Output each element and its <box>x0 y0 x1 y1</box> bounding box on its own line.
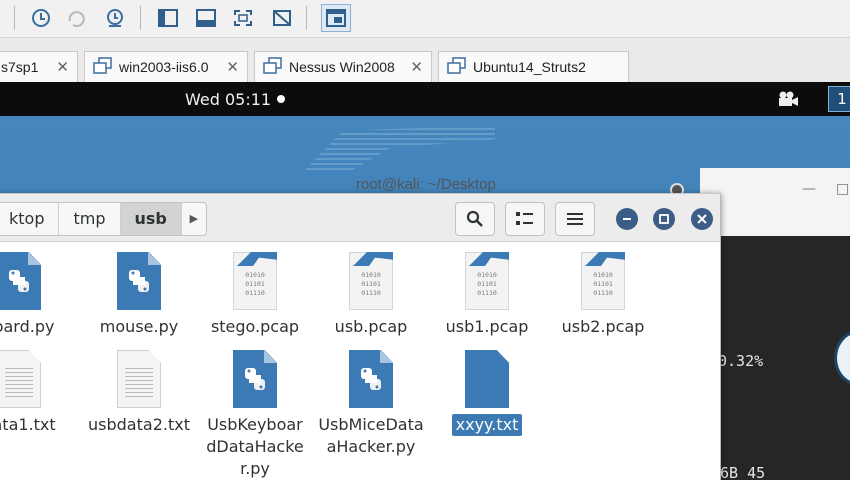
vm-icon <box>93 56 113 78</box>
file-name: usb.pcap <box>334 317 408 336</box>
breadcrumb: ktop tmp usb ▶ <box>0 202 207 236</box>
file-name: usb2.pcap <box>561 317 645 336</box>
file-name: stego.pcap <box>210 317 300 336</box>
file-item[interactable]: usbdata2.txt <box>80 350 198 436</box>
maximize-icon <box>659 214 669 224</box>
search-button[interactable] <box>455 202 495 236</box>
terminal-titlebar[interactable] <box>700 168 850 236</box>
file-name: xxyy.txt <box>451 414 523 436</box>
file-name: usb1.pcap <box>445 317 529 336</box>
breadcrumb-item-desktop[interactable]: ktop <box>0 203 60 235</box>
pcap-file-icon: 01010 01101 01110 <box>349 252 393 310</box>
hamburger-icon <box>567 213 583 225</box>
file-item[interactable]: mouse.py <box>80 252 198 338</box>
clock[interactable]: Wed 05:11 <box>185 90 286 109</box>
close-icon <box>697 214 707 224</box>
minimize-button[interactable] <box>616 208 638 230</box>
kali-top-panel: Wed 05:11 1 <box>0 82 850 116</box>
vm-tab[interactable]: s7sp1 ✕ <box>0 51 78 82</box>
file-item[interactable]: 01010 01101 01110 stego.pcap <box>196 252 314 338</box>
vm-icon <box>447 56 467 78</box>
view-toggle-button[interactable] <box>505 202 545 236</box>
python-file-icon <box>0 252 41 310</box>
pcap-file-icon: 01010 01101 01110 <box>233 252 277 310</box>
close-icon[interactable]: ✕ <box>56 58 69 76</box>
file-item[interactable]: 01010 01101 01110 usb1.pcap <box>428 252 546 338</box>
file-manager-window: ktop tmp usb ▶ board.py <box>0 193 721 480</box>
breadcrumb-item-usb[interactable]: usb <box>120 203 182 235</box>
list-view-icon <box>516 212 533 225</box>
vm-tab-bar: s7sp1 ✕ win2003-iis6.0 ✕ Nessus Win2008 … <box>0 38 850 82</box>
clock-label: Wed 05:11 <box>185 90 272 109</box>
file-name: usbdata2.txt <box>88 415 190 434</box>
search-icon <box>466 210 483 227</box>
terminal-output-line: 6B 45 <box>720 464 766 480</box>
revert-snapshot-icon[interactable] <box>62 4 92 32</box>
pcap-file-icon: 01010 01101 01110 <box>581 252 625 310</box>
minimize-icon <box>623 218 631 220</box>
kali-dragon-graphic <box>305 126 495 170</box>
file-name: data1.txt <box>0 415 56 434</box>
file-item[interactable]: board.py <box>0 252 78 338</box>
terminal-title: root@kali: ~/Desktop <box>356 176 496 193</box>
vm-tab-label: Nessus Win2008 <box>289 59 395 75</box>
vm-tab[interactable]: Nessus Win2008 ✕ <box>254 51 432 82</box>
python-file-icon <box>117 252 161 310</box>
close-icon[interactable]: ✕ <box>226 58 239 76</box>
unity-mode-icon[interactable] <box>267 4 297 32</box>
library-view-icon[interactable] <box>321 4 351 32</box>
console-view-icon[interactable] <box>191 4 221 32</box>
file-name: UsbMiceData aHacker.py <box>318 415 424 456</box>
vm-tab-label: win2003-iis6.0 <box>119 59 209 75</box>
toolbar-separator <box>140 6 141 30</box>
menu-button[interactable] <box>555 202 595 236</box>
vm-tab[interactable]: Ubuntu14_Struts2 <box>438 51 629 82</box>
pcap-file-icon: 01010 01101 01110 <box>465 252 509 310</box>
video-camera-icon[interactable] <box>778 91 800 111</box>
sidebar-toggle-icon[interactable] <box>153 4 183 32</box>
text-file-icon <box>0 350 41 408</box>
python-file-icon <box>233 350 277 408</box>
breadcrumb-item-tmp[interactable]: tmp <box>59 203 121 235</box>
python-file-icon <box>349 350 393 408</box>
file-name: mouse.py <box>99 317 179 336</box>
vm-tab-label: Ubuntu14_Struts2 <box>473 59 586 75</box>
notification-dot <box>277 95 286 103</box>
vm-toolbar <box>0 0 850 38</box>
maximize-icon[interactable]: □ <box>836 181 849 197</box>
toolbar-separator <box>306 6 307 30</box>
file-item[interactable]: data1.txt <box>0 350 78 436</box>
text-file-icon <box>117 350 161 408</box>
toolbar-separator <box>14 6 15 30</box>
vm-tab-label: s7sp1 <box>1 59 39 75</box>
fullscreen-icon[interactable] <box>228 4 258 32</box>
vm-tab[interactable]: win2003-iis6.0 ✕ <box>84 51 248 82</box>
file-item-selected[interactable]: xxyy.txt <box>428 350 546 436</box>
snapshot-manager-icon[interactable] <box>100 4 130 32</box>
maximize-button[interactable] <box>653 208 675 230</box>
minimize-icon[interactable]: — <box>802 181 816 197</box>
file-item[interactable]: UsbMiceData aHacker.py <box>312 350 430 458</box>
text-file-icon <box>465 350 509 408</box>
snapshot-icon[interactable] <box>26 4 56 32</box>
vm-icon <box>263 56 283 78</box>
file-name: board.py <box>0 317 55 336</box>
file-manager-header: ktop tmp usb ▶ <box>0 194 720 242</box>
file-item[interactable]: 01010 01101 01110 usb2.pcap <box>544 252 662 338</box>
close-button[interactable] <box>691 208 713 230</box>
file-name: UsbKeyboar dDataHacke r.py <box>206 415 304 478</box>
chevron-right-icon[interactable]: ▶ <box>182 203 206 235</box>
file-item[interactable]: UsbKeyboar dDataHacke r.py <box>196 350 314 480</box>
file-item[interactable]: 01010 01101 01110 usb.pcap <box>312 252 430 338</box>
workspace-indicator[interactable]: 1 <box>828 86 850 112</box>
close-icon[interactable]: ✕ <box>410 58 423 76</box>
terminal-output-line: 0.32% <box>718 352 764 370</box>
file-grid: board.py mouse.py 01010 01101 01110 steg… <box>0 242 720 480</box>
